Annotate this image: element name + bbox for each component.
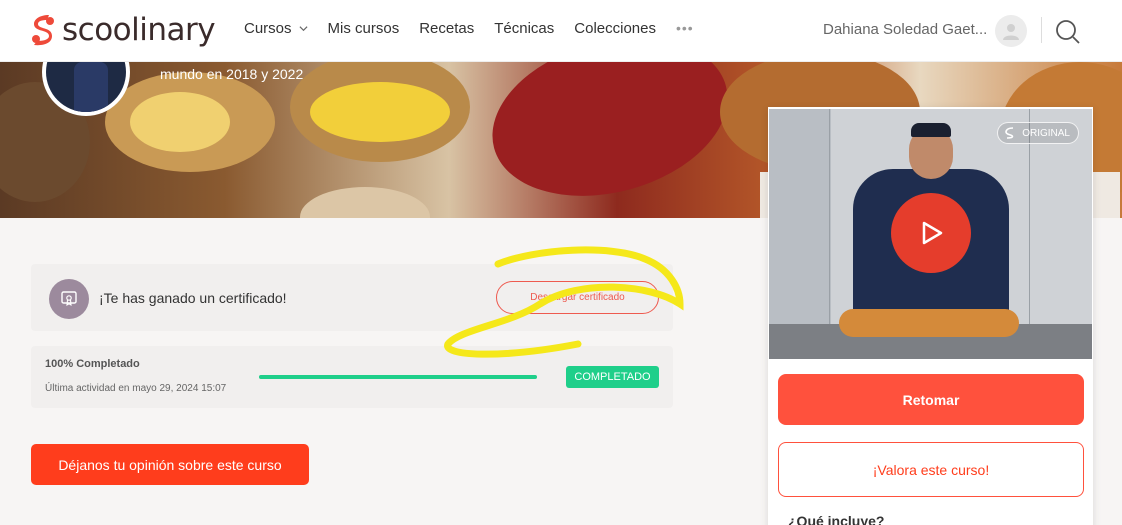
resume-button[interactable]: Retomar [778,374,1084,425]
certificate-badge-icon [61,291,77,307]
main-nav: Cursos Mis cursos Recetas Técnicas Colec… [244,18,714,38]
status-badge: COMPLETADO [566,366,659,388]
download-certificate-button[interactable]: Descargar certificado [496,281,659,314]
header-divider [1041,17,1042,43]
hero-subtitle: mundo en 2018 y 2022 [160,66,304,82]
top-navbar: scoolinary Cursos Mis cursos Recetas Téc… [0,0,1122,62]
avatar[interactable] [995,15,1027,47]
course-side-panel: ORIGINAL Retomar ¡Valora este curso! ¿Qu… [768,107,1093,525]
logo[interactable]: scoolinary [30,12,216,48]
certificate-icon [49,279,89,319]
nav-recetas[interactable]: Recetas [419,20,474,37]
nav-cursos-label: Cursos [244,20,292,37]
rate-course-button[interactable]: ¡Valora este curso! [778,442,1084,497]
nav-tecnicas-label: Técnicas [494,20,555,37]
nav-colecciones[interactable]: Colecciones [574,20,656,37]
nav-mis-cursos[interactable]: Mis cursos [328,20,400,37]
pastry-image [300,187,430,218]
certificate-card: ¡Te has ganado un certificado! Descargar… [31,264,673,331]
play-button[interactable] [891,193,971,273]
more-menu-button[interactable]: ••• [676,18,694,37]
play-icon [922,221,943,245]
leave-feedback-button[interactable]: Déjanos tu opinión sobre este curso [31,444,309,485]
search-icon[interactable] [1055,19,1081,45]
nav-tecnicas[interactable]: Técnicas [494,20,554,37]
completion-label: 100% Completado [45,358,140,370]
original-badge-label: ORIGINAL [1022,127,1070,139]
last-activity: Última actividad en mayo 29, 2024 15:07 [45,383,227,394]
chevron-down-icon [299,26,308,32]
nav-cursos[interactable]: Cursos [244,20,308,37]
nav-mis-cursos-label: Mis cursos [327,20,400,37]
includes-heading: ¿Qué incluye? [788,513,885,525]
certificate-message: ¡Te has ganado un certificado! [99,290,287,306]
progress-bar [259,375,537,379]
original-badge: ORIGINAL [997,122,1079,144]
logo-text: scoolinary [62,12,216,48]
progress-card: 100% Completado Última actividad en mayo… [31,346,673,408]
course-video-preview[interactable]: ORIGINAL [769,109,1092,359]
logo-icon [1005,127,1014,139]
user-name[interactable]: Dahiana Soledad Gaet... [823,21,987,38]
pastry-image [310,82,450,142]
pastry-image [130,92,230,152]
pastry-image [474,62,746,218]
logo-icon [32,15,54,46]
progress-bar-fill [259,375,537,379]
user-icon [1003,24,1019,40]
nav-colecciones-label: Colecciones [574,20,656,37]
nav-recetas-label: Recetas [419,20,475,37]
